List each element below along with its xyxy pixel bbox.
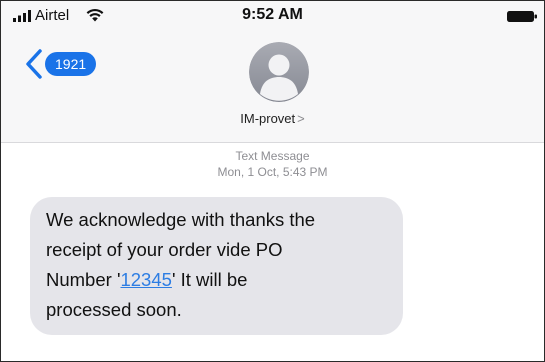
message-line: Number ' [46,269,121,290]
message-line: processed soon. [46,299,182,320]
message-timestamp: Mon, 1 Oct, 5:43 PM [217,165,328,179]
message-line: We acknowledge with thanks the [46,209,316,230]
message-line: ' It will be [171,269,248,290]
contact-name: IM-provet [240,111,296,126]
back-unread-badge[interactable]: 1921 [45,52,97,76]
message-line: receipt of your order vide PO [46,239,283,260]
chevron-left-icon[interactable] [25,49,43,79]
conversation-header: Airtel 9:52 AM 1921 IM-provet > [1,1,544,143]
messages-screen: Airtel 9:52 AM 1921 IM-provet > Text Mes… [0,0,545,362]
po-number-link[interactable]: 12345 [120,269,171,290]
clock-time: 9:52 AM [242,6,303,23]
status-bar: Airtel 9:52 AM [1,1,544,29]
battery-icon [507,11,537,22]
contact-name-button[interactable]: IM-provet > [1,111,544,126]
message-type-label: Text Message [235,149,310,163]
person-avatar-icon[interactable] [249,42,309,102]
incoming-message-bubble[interactable]: We acknowledge with thanks the receipt o… [30,197,403,335]
chevron-right-icon: > [297,111,305,126]
